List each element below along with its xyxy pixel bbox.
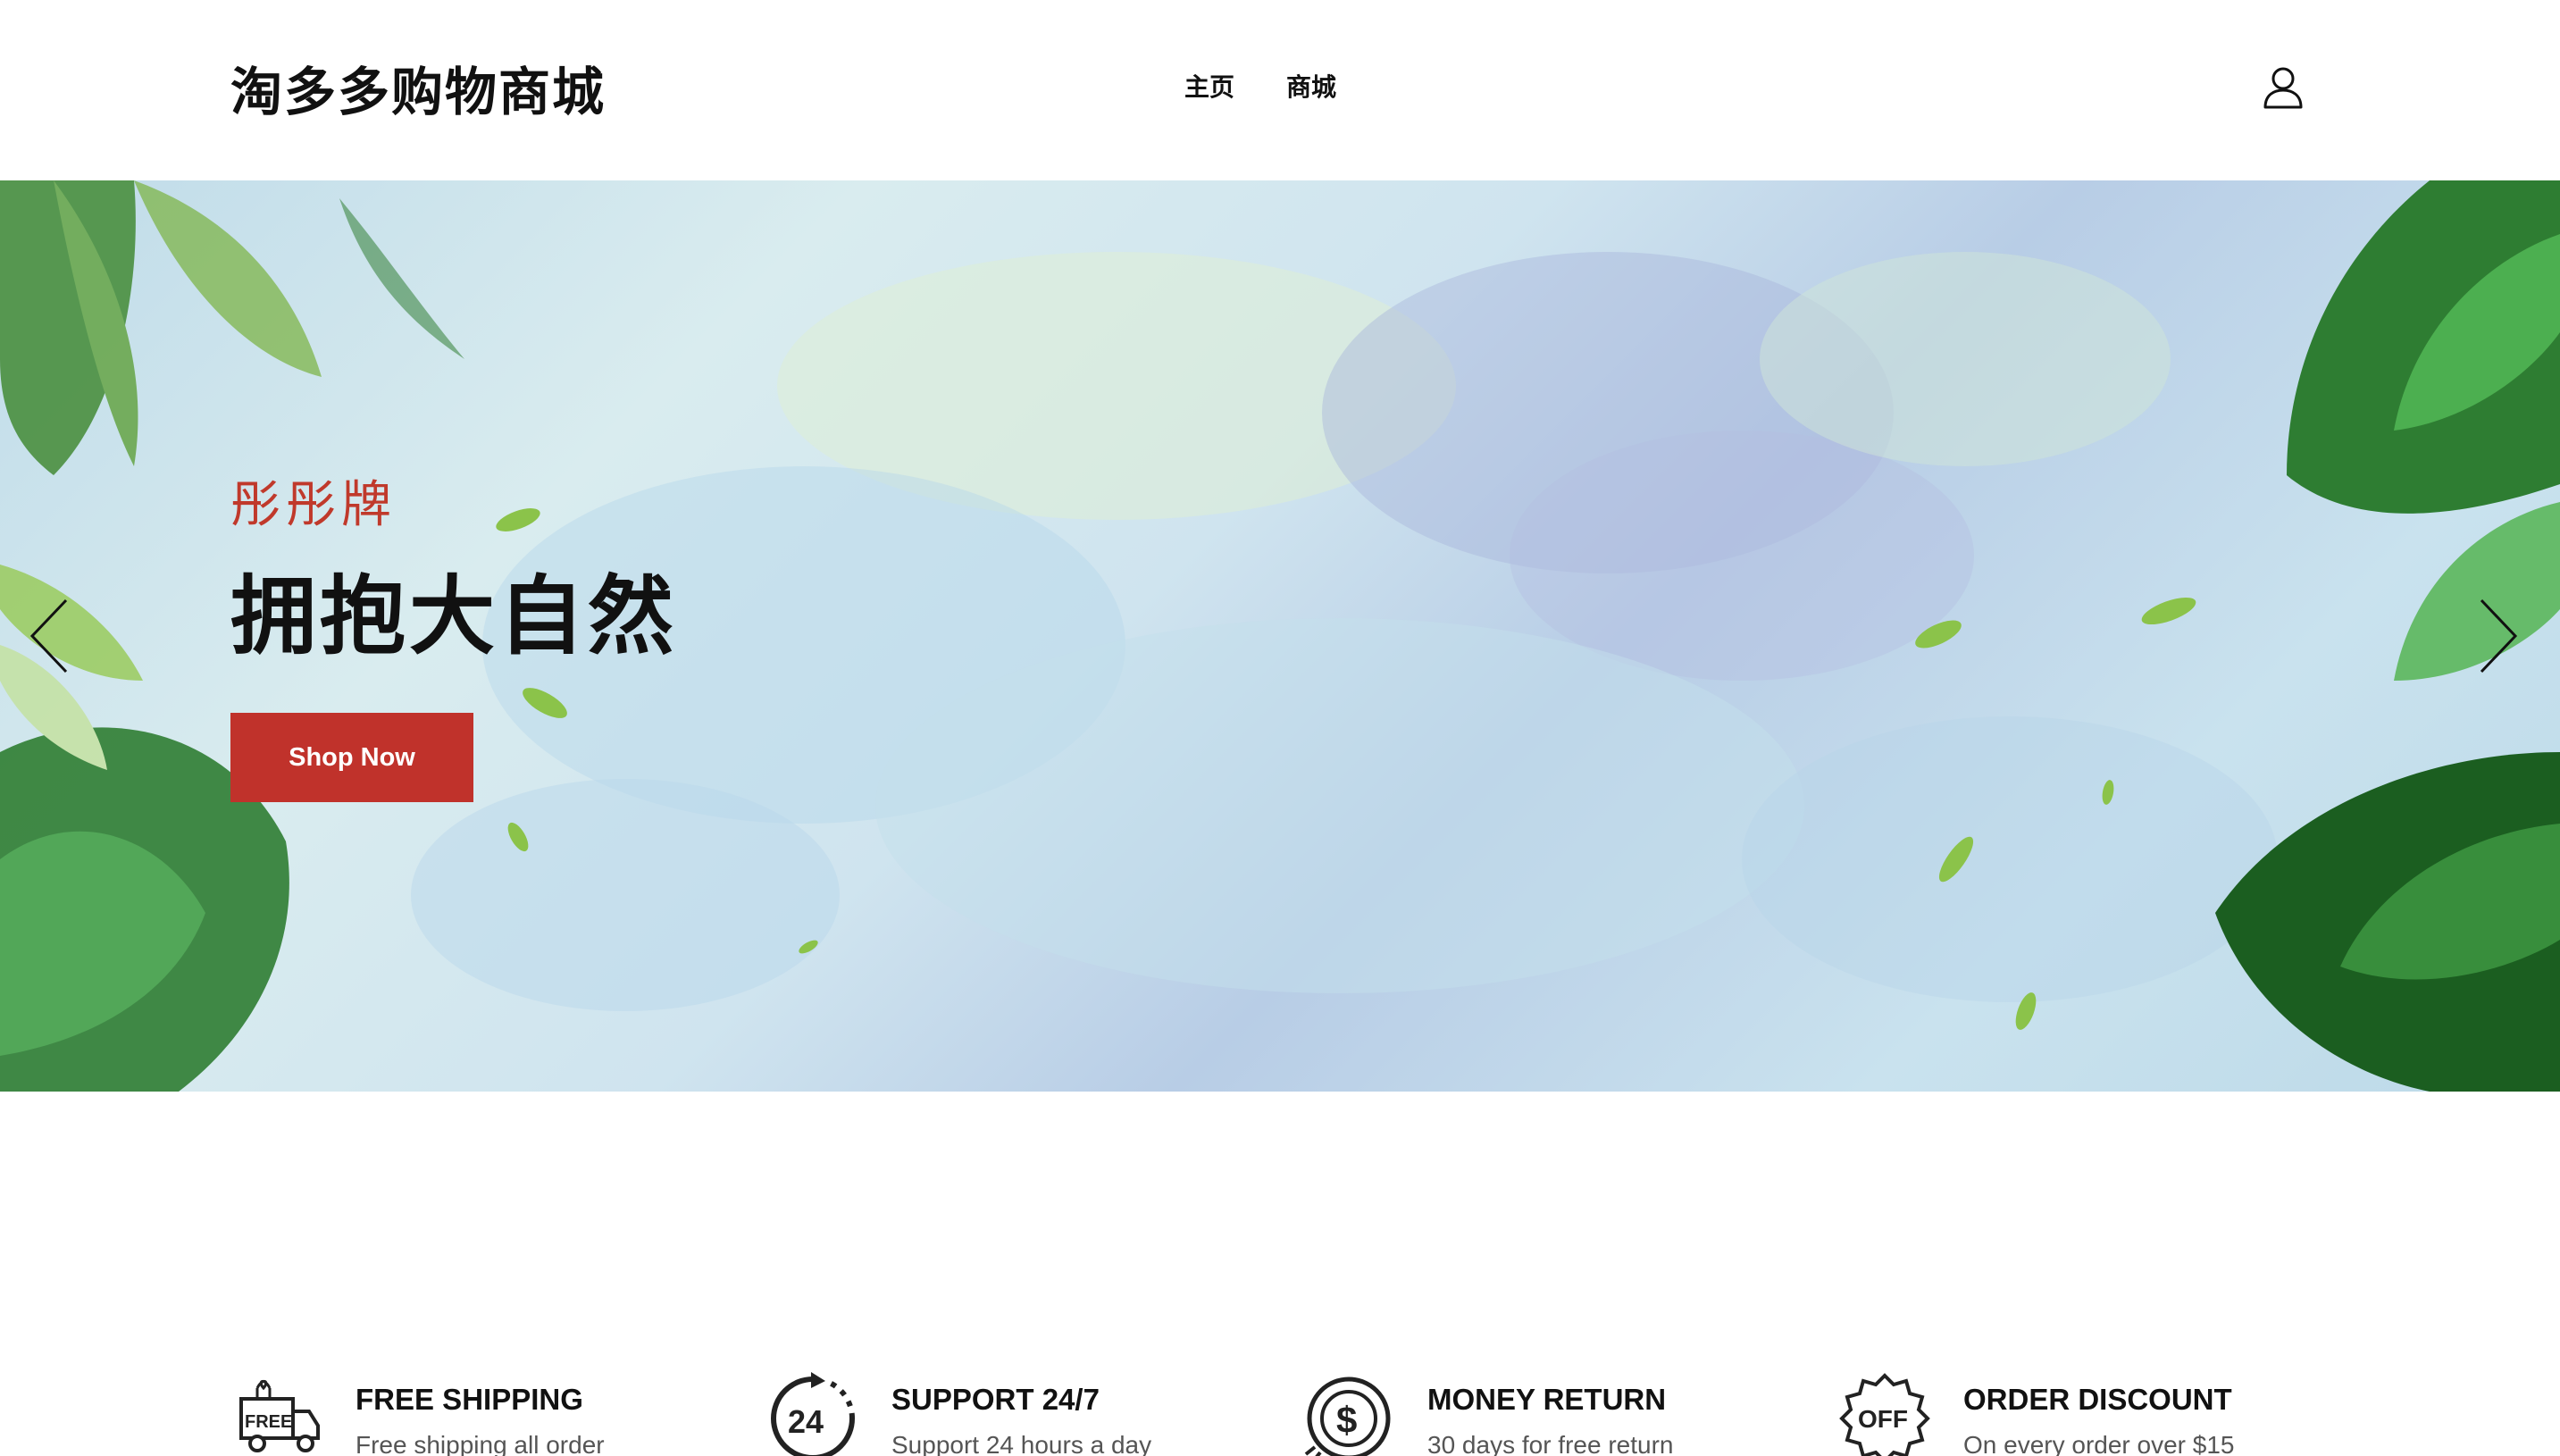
svg-text:FREE: FREE bbox=[245, 1412, 292, 1432]
hero-slider: 彤彤牌 拥抱大自然 Shop Now bbox=[0, 180, 2560, 1092]
feature-title: SUPPORT 24/7 bbox=[891, 1383, 1100, 1416]
money-return-icon: $ bbox=[1304, 1377, 1391, 1456]
svg-text:OFF: OFF bbox=[1858, 1405, 1908, 1433]
feature-title: ORDER DISCOUNT bbox=[1963, 1383, 2232, 1416]
site-header: 淘多多购物商城 主页 商城 bbox=[0, 0, 2560, 180]
svg-text:$: $ bbox=[1336, 1399, 1357, 1441]
feature-title: MONEY RETURN bbox=[1427, 1383, 1667, 1416]
hero-subtitle: 彤彤牌 bbox=[230, 476, 397, 534]
discount-badge-icon: OFF bbox=[1839, 1373, 1930, 1456]
nav-link-home[interactable]: 主页 bbox=[1184, 68, 1234, 104]
user-account-button[interactable] bbox=[2258, 63, 2308, 113]
hero-title: 拥抱大自然 bbox=[230, 566, 677, 666]
slider-prev-button[interactable] bbox=[23, 591, 77, 681]
user-icon bbox=[2263, 67, 2303, 109]
feature-description: Free shipping all order bbox=[356, 1431, 605, 1456]
shop-now-button[interactable]: Shop Now bbox=[230, 713, 473, 802]
chevron-left-icon bbox=[29, 598, 68, 674]
chevron-right-icon bbox=[2480, 598, 2518, 674]
free-shipping-truck-icon: FREE bbox=[239, 1380, 320, 1452]
feature-description: Support 24 hours a day bbox=[891, 1431, 1152, 1456]
svg-text:24: 24 bbox=[788, 1403, 824, 1440]
slider-next-button[interactable] bbox=[2471, 591, 2524, 681]
feature-description: On every order over $15 bbox=[1963, 1431, 2235, 1456]
support-24-icon: 24 bbox=[771, 1372, 856, 1456]
service-features: FREE FREE SHIPPING Free shipping all ord… bbox=[0, 1092, 2560, 1456]
feature-description: 30 days for free return bbox=[1427, 1431, 1674, 1456]
nav-link-mall[interactable]: 商城 bbox=[1286, 68, 1336, 104]
feature-title: FREE SHIPPING bbox=[356, 1383, 583, 1416]
site-logo[interactable]: 淘多多购物商城 bbox=[230, 50, 606, 125]
main-nav: 主页 商城 bbox=[1184, 68, 1336, 104]
